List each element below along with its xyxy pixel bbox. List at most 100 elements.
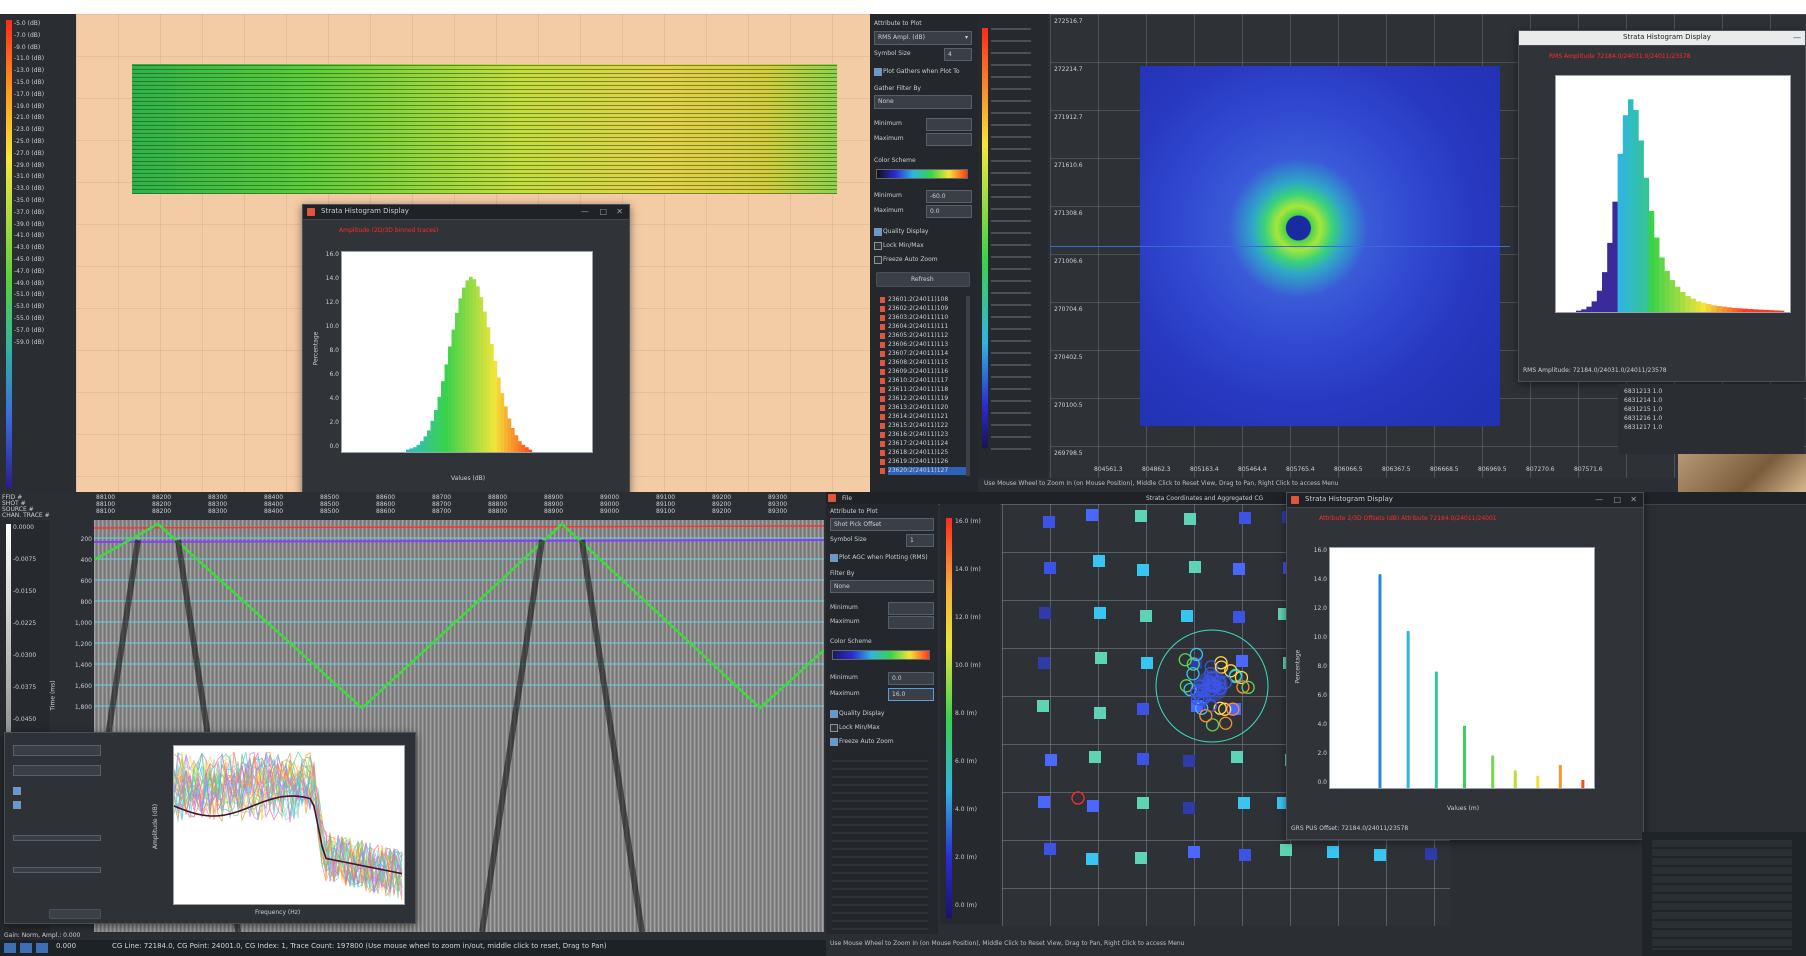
histogram-bar (1732, 308, 1738, 312)
min-value-input[interactable]: -60.0 (926, 190, 972, 203)
gather-list-item[interactable]: 23608:2(24011)115 (880, 359, 968, 367)
legend-value: -27.0 (dB) (14, 149, 45, 157)
minimum-input[interactable] (888, 602, 934, 615)
gather-list-item[interactable]: 23614:2(24011)121 (880, 413, 968, 421)
freeze-autozoom-checkbox[interactable] (830, 738, 838, 746)
max-value-input[interactable]: 0.0 (926, 205, 972, 218)
window-titlebar[interactable]: Strata Histogram Display — (1519, 31, 1805, 46)
scatter-window-title: Strata Coordinates and Aggregated CG (1146, 495, 1264, 502)
red-trace (94, 525, 824, 529)
gather-list-item[interactable]: 23604:2(24011)111 (880, 323, 968, 331)
quality-display-checkbox[interactable] (830, 710, 838, 718)
gather-list-item[interactable]: 23617:2(24011)124 (880, 440, 968, 448)
min-value-label: Minimum (830, 674, 858, 681)
spectrum-slider-1[interactable] (13, 835, 101, 841)
spectrum-select[interactable] (13, 745, 101, 756)
gather-list-item[interactable]: 23618:2(24011)125 (880, 449, 968, 457)
maximize-icon[interactable]: □ (1613, 495, 1621, 504)
refresh-button[interactable]: Refresh (876, 272, 970, 287)
status-icon-1[interactable] (4, 943, 16, 953)
gather-list-item[interactable]: 23610:2(24011)117 (880, 377, 968, 385)
symbol-size-spinner[interactable]: 1 (906, 534, 934, 547)
legend-value: -25.0 (dB) (14, 138, 45, 145)
gather-list-item[interactable]: 23602:2(24011)109 (880, 305, 968, 313)
y-tick: 10.0 (1313, 634, 1327, 641)
status-icon-2[interactable] (20, 943, 32, 953)
gather-list-item[interactable]: 23603:2(24011)110 (880, 314, 968, 322)
gather-list-item[interactable]: 23605:2(24011)112 (880, 332, 968, 340)
gather-list-item[interactable]: 23619:2(24011)126 (880, 458, 968, 466)
gather-histogram-window[interactable]: Strata Histogram Display — RMS Amplitude … (1518, 30, 1806, 382)
window-icon (307, 208, 315, 216)
gather-list-item[interactable]: 23620:2(24011)127 (880, 467, 968, 475)
x-tick: 806066.5 (1334, 466, 1363, 473)
legend-value: -31.0 (dB) (14, 173, 45, 181)
color-scheme-ramp[interactable] (876, 169, 968, 179)
lock-minmax-checkbox[interactable] (874, 242, 882, 250)
gather-list-item[interactable]: 23607:2(24011)114 (880, 350, 968, 358)
spectrum-slider-2[interactable] (13, 867, 101, 873)
scatter-histogram-window[interactable]: Strata Histogram Display — □ ✕ Attribute 2… (1286, 492, 1644, 840)
spectrum-apply-button[interactable] (49, 909, 101, 919)
map-histogram-window[interactable]: Strata Histogram Display — □ ✕ Amplitude (… (302, 204, 630, 492)
maximum-input[interactable] (888, 616, 934, 629)
filter-select[interactable]: None (830, 580, 934, 593)
histogram-bar (441, 381, 445, 452)
gather-list-item[interactable]: 23615:2(24011)122 (880, 422, 968, 430)
min-value-input[interactable]: 0.0 (888, 672, 934, 685)
window-titlebar[interactable]: Strata Histogram Display — □ ✕ (303, 205, 629, 220)
attribute-select[interactable]: RMS Ampl. (dB) ▾ (874, 31, 972, 45)
histogram-bar (528, 449, 533, 452)
legend-value: -19.0 (dB) (14, 102, 45, 110)
quality-display-checkbox[interactable] (874, 228, 882, 236)
spectrum-option-1[interactable] (13, 787, 21, 795)
scatter-side-table (1642, 832, 1806, 956)
minimize-icon[interactable]: — (1595, 495, 1603, 504)
gather-list-item[interactable]: 23601:2(24011)108 (880, 296, 968, 304)
gather-filter-select[interactable]: None (874, 95, 972, 109)
x-tick: 805163.4 (1190, 466, 1219, 473)
max-value-input[interactable]: 16.0 (888, 688, 934, 701)
gather-list-item[interactable]: 23612:2(24011)119 (880, 395, 968, 403)
y-tick: 269798.5 (1054, 450, 1083, 457)
histogram-bars (1378, 574, 1585, 788)
freeze-autozoom-label: Freeze Auto Zoom (839, 738, 894, 745)
status-icon-3[interactable] (36, 943, 48, 953)
attribute-select[interactable]: Shot Pick Offset (830, 518, 934, 531)
minimum-input[interactable] (926, 118, 972, 131)
legend-value: -49.0 (dB) (14, 279, 45, 287)
close-icon[interactable]: ✕ (1630, 495, 1637, 504)
close-icon[interactable]: — (1793, 33, 1801, 42)
close-icon[interactable]: ✕ (616, 207, 623, 216)
lock-minmax-checkbox[interactable] (830, 724, 838, 732)
maximize-icon[interactable]: □ (599, 207, 607, 216)
time-tick: 600 (80, 578, 92, 585)
legend-tick (991, 424, 1031, 426)
minimize-icon[interactable]: — (581, 207, 589, 216)
legend-value: -11.0 (dB) (14, 55, 45, 63)
plot-agc-checkbox[interactable] (830, 554, 838, 562)
gather-list-item[interactable]: 23611:2(24011)118 (880, 386, 968, 394)
color-scheme-ramp[interactable] (832, 650, 930, 660)
maximum-input[interactable] (926, 133, 972, 146)
file-menu[interactable]: File (842, 495, 852, 502)
gather-list-item[interactable]: 23609:2(24011)116 (880, 368, 968, 376)
y-tick: 10.0 (325, 323, 339, 330)
spectrum-window[interactable]: Frequency (Hz) Amplitude (dB) (4, 732, 416, 924)
spectrum-option-2[interactable] (13, 801, 21, 809)
freeze-autozoom-checkbox[interactable] (874, 256, 882, 264)
gather-list-item[interactable]: 23613:2(24011)120 (880, 404, 968, 412)
plot-gathers-checkbox[interactable] (874, 68, 882, 76)
legend-value: -21.0 (dB) (14, 114, 45, 122)
gather-list-item[interactable]: 23616:2(24011)123 (880, 431, 968, 439)
plot-agc-label: Plot AGC when Plotting (RMS) (839, 554, 928, 561)
spectrum-select-2[interactable] (13, 765, 101, 776)
gather-list-scrollbar[interactable] (966, 296, 970, 476)
amp-value: -0.0150 (13, 588, 37, 595)
window-titlebar[interactable]: Strata Histogram Display — □ ✕ (1287, 493, 1643, 508)
amp-value: -0.0075 (13, 556, 37, 563)
symbol-size-spinner[interactable]: 4 (944, 48, 972, 61)
scatter-gather-list[interactable] (832, 754, 928, 930)
gather-list-item[interactable]: 23606:2(24011)113 (880, 341, 968, 349)
column-value: 89000 (600, 494, 620, 501)
